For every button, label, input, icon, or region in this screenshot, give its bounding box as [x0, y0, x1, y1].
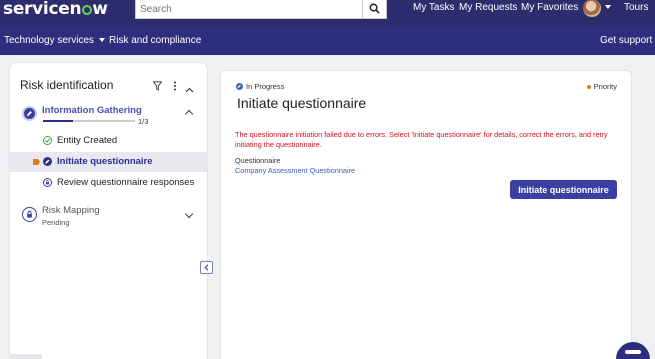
chat-button[interactable] — [616, 342, 650, 359]
stage-information-gathering[interactable]: Information Gathering — [42, 105, 142, 116]
step-label: Initiate questionnaire — [57, 156, 153, 167]
step-label: Entity Created — [57, 135, 118, 146]
risk-stage-panel: Risk identification Information Gatherin… — [10, 63, 207, 359]
stage-risk-mapping[interactable]: Risk Mapping — [42, 205, 100, 216]
chat-icon — [625, 350, 641, 354]
search-icon — [369, 3, 380, 14]
in-progress-icon — [236, 83, 243, 90]
initiate-questionnaire-button[interactable]: Initiate questionnaire — [510, 180, 617, 199]
chevron-left-icon — [204, 264, 209, 271]
search-button[interactable] — [363, 0, 387, 19]
questionnaire-link[interactable]: Company Assessment Questionnaire — [235, 166, 355, 175]
user-avatar[interactable] — [583, 0, 601, 17]
chevron-down-icon[interactable] — [605, 5, 611, 9]
collapse-panel-button[interactable] — [200, 261, 213, 274]
main-nav: Technology services Risk and compliance … — [0, 26, 655, 55]
chevron-down-icon — [99, 38, 106, 42]
step-label: Review questionnaire responses — [57, 177, 195, 188]
flag-icon — [33, 159, 40, 165]
stage-status: Pending — [42, 218, 70, 227]
technology-services-menu[interactable]: Technology services — [4, 35, 106, 46]
search-field[interactable] — [135, 0, 363, 19]
progress-count: 1/3 — [138, 117, 149, 126]
error-message: The questionnaire initiation failed due … — [235, 130, 608, 149]
task-detail-card: In Progress Priority Initiate questionna… — [221, 71, 631, 359]
my-requests-link[interactable]: My Requests — [459, 2, 517, 13]
pencil-icon — [22, 106, 37, 121]
progress-fill — [43, 120, 74, 122]
get-support-link[interactable]: Get support — [600, 35, 652, 46]
check-circle-icon — [43, 136, 52, 145]
tours-link[interactable]: Tours — [624, 2, 648, 13]
chevron-up-icon[interactable] — [184, 109, 194, 119]
step-initiate-questionnaire[interactable]: Initiate questionnaire — [10, 152, 207, 172]
chevron-down-icon[interactable] — [184, 209, 194, 219]
step-review-responses[interactable]: Review questionnaire responses — [10, 173, 207, 193]
my-favorites-link[interactable]: My Favorites — [521, 2, 578, 13]
search-input[interactable] — [136, 0, 362, 19]
collapse-up-icon[interactable] — [185, 80, 194, 98]
page-title: Initiate questionnaire — [237, 95, 367, 111]
lock-icon — [43, 178, 52, 187]
filter-icon[interactable] — [152, 78, 163, 96]
stage-progress-bar — [43, 120, 135, 122]
lock-icon — [22, 207, 37, 222]
status-badge: In Progress — [236, 82, 284, 91]
panel-title: Risk identification — [20, 78, 114, 92]
questionnaire-label: Questionnaire — [235, 156, 281, 165]
priority-dot-icon — [586, 84, 591, 89]
more-options-icon[interactable] — [173, 78, 177, 96]
my-tasks-link[interactable]: My Tasks — [413, 2, 455, 13]
servicenow-logo[interactable]: servicen w — [3, 0, 108, 19]
pencil-icon — [43, 157, 52, 166]
scroll-indicator — [10, 354, 42, 359]
top-header: servicenw My Tasks My Requests My Favori… — [0, 0, 655, 26]
risk-compliance-link[interactable]: Risk and compliance — [109, 35, 201, 46]
priority-badge: Priority — [586, 82, 617, 91]
step-entity-created[interactable]: Entity Created — [10, 131, 207, 151]
